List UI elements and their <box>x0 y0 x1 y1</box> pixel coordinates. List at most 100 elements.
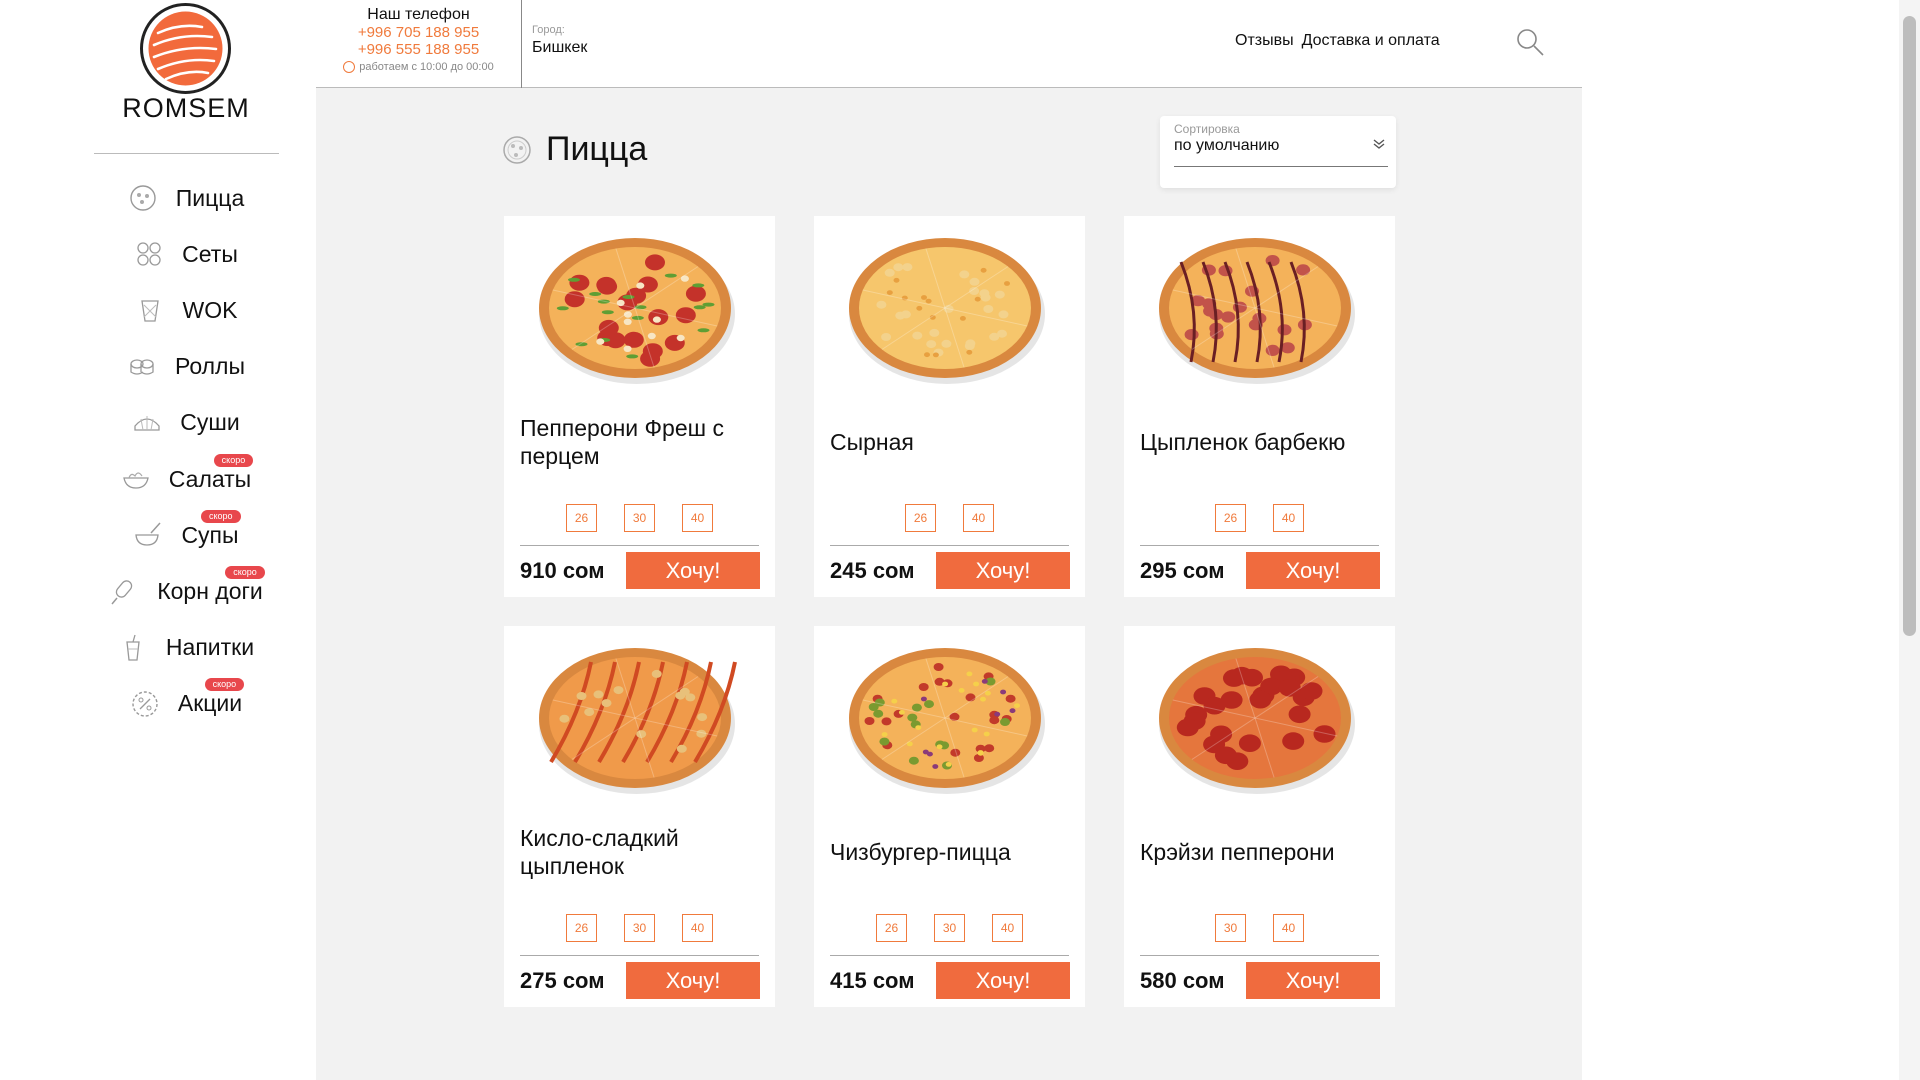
card-divider <box>520 955 759 956</box>
sidebar-item-label: Супы скоро <box>181 509 241 549</box>
sort-dropdown[interactable]: Сортировка по умолчанию <box>1160 116 1396 188</box>
product-card[interactable]: Крэйзи пепперони 30 40 580 сом Хочу! <box>1124 626 1395 1007</box>
pizza-icon <box>503 135 531 164</box>
pizza-image[interactable] <box>831 222 1063 392</box>
wok-icon <box>135 295 165 325</box>
pizza-image[interactable] <box>1141 222 1373 392</box>
chevron-down-icon <box>1373 139 1385 149</box>
sidebar-item-text: Корн доги <box>157 577 263 604</box>
sets-icon <box>134 239 164 269</box>
product-title[interactable]: Пепперони Фреш с перцем <box>520 412 759 472</box>
phone-number-2[interactable]: +996 555 188 955 <box>316 41 521 58</box>
phone-number-1[interactable]: +996 705 188 955 <box>316 24 521 41</box>
product-title[interactable]: Цыпленок барбекю <box>1140 412 1379 472</box>
product-title[interactable]: Сырная <box>830 412 1069 472</box>
pizza-icon <box>128 183 158 213</box>
size-option[interactable]: 30 <box>934 914 965 942</box>
sidebar-divider <box>94 153 279 154</box>
add-to-cart-button[interactable]: Хочу! <box>936 962 1070 999</box>
size-option[interactable]: 26 <box>905 504 936 532</box>
size-option[interactable]: 40 <box>682 504 713 532</box>
page-heading: Пицца <box>502 130 647 169</box>
product-price: 415 сом <box>830 968 915 993</box>
add-to-cart-button[interactable]: Хочу! <box>1246 962 1380 999</box>
size-option[interactable]: 40 <box>682 914 713 942</box>
product-title[interactable]: Чизбургер-пицца <box>830 822 1069 882</box>
phone-block: Наш телефон +996 705 188 955 +996 555 18… <box>316 0 522 88</box>
sort-underline <box>1174 166 1388 167</box>
add-to-cart-button[interactable]: Хочу! <box>936 552 1070 589</box>
size-options: 30 40 <box>1124 914 1395 942</box>
size-option[interactable]: 26 <box>566 504 597 532</box>
soon-badge: скоро <box>204 678 245 692</box>
soup-icon <box>133 520 163 550</box>
clock-icon <box>343 61 356 73</box>
sidebar: ROMSEM Пицца Сеты WOK Роллы Суши Салаты скоро С… <box>0 0 316 1080</box>
rolls-icon <box>127 352 157 382</box>
header: Наш телефон +996 705 188 955 +996 555 18… <box>316 0 1582 88</box>
product-title[interactable]: Кисло-сладкий цыпленок <box>520 822 759 882</box>
pizza-image[interactable] <box>831 632 1063 802</box>
search-icon[interactable] <box>1516 28 1544 56</box>
sidebar-item-text: Роллы <box>175 353 245 380</box>
product-card[interactable]: Чизбургер-пицца 26 30 40 415 сом Хочу! <box>814 626 1085 1007</box>
size-option[interactable]: 30 <box>624 914 655 942</box>
size-options: 26 30 40 <box>504 914 775 942</box>
size-option[interactable]: 30 <box>624 504 655 532</box>
working-hours: работаем с 10:00 до 00:00 <box>316 61 521 73</box>
sort-value: по умолчанию <box>1174 137 1280 154</box>
soon-badge: скоро <box>213 453 254 467</box>
pizza-image[interactable] <box>1141 632 1373 802</box>
sidebar-item-label: WOK <box>183 297 238 324</box>
scrollbar[interactable] <box>1899 0 1920 1080</box>
pizza-image[interactable] <box>521 222 753 392</box>
card-divider <box>1140 545 1379 546</box>
sidebar-item-text: WOK <box>182 296 238 323</box>
size-options: 26 30 40 <box>814 914 1085 942</box>
size-option[interactable]: 26 <box>876 914 907 942</box>
product-price: 275 сом <box>520 968 605 993</box>
product-card[interactable]: Цыпленок барбекю 26 40 295 сом Хочу! <box>1124 216 1395 597</box>
city-value: Бишкек <box>532 39 588 56</box>
add-to-cart-button[interactable]: Хочу! <box>1246 552 1380 589</box>
size-option[interactable]: 40 <box>963 504 994 532</box>
pizza-image[interactable] <box>521 632 753 802</box>
sidebar-item-label: Корн доги скоро <box>157 565 265 605</box>
sidebar-item-text: Напитки <box>165 634 255 661</box>
sidebar-item-text: Пицца <box>175 184 245 211</box>
product-card[interactable]: Кисло-сладкий цыпленок 26 30 40 275 сом Хочу! <box>504 626 775 1007</box>
corndog-icon <box>109 576 139 606</box>
product-card[interactable]: Пепперони Фреш с перцем 26 30 40 910 сом Хочу… <box>504 216 775 597</box>
reviews-link[interactable]: Отзывы <box>1235 32 1294 50</box>
product-card[interactable]: Сырная 26 40 245 сом Хочу! <box>814 216 1085 597</box>
size-option[interactable]: 40 <box>992 914 1023 942</box>
logo-icon[interactable] <box>140 3 231 94</box>
working-hours-text: работаем с 10:00 до 00:00 <box>359 61 494 73</box>
delivery-link[interactable]: Доставка и оплата <box>1302 32 1440 50</box>
sidebar-item-label: Салаты скоро <box>169 453 254 493</box>
sidebar-item-label: Суши <box>180 409 239 436</box>
size-option[interactable]: 30 <box>1215 914 1246 942</box>
sidebar-item-text: Акции <box>177 690 243 717</box>
discount-icon <box>130 689 160 719</box>
product-price: 580 сом <box>1140 968 1225 993</box>
product-price: 245 сом <box>830 558 915 583</box>
top-links: Отзывы Доставка и оплата <box>1235 32 1440 50</box>
sushi-icon <box>132 408 162 438</box>
soon-badge: скоро <box>225 565 265 579</box>
add-to-cart-button[interactable]: Хочу! <box>626 962 760 999</box>
sidebar-item-label: Сеты <box>182 241 238 268</box>
product-price: 295 сом <box>1140 558 1225 583</box>
add-to-cart-button[interactable]: Хочу! <box>626 552 760 589</box>
size-option[interactable]: 26 <box>1215 504 1246 532</box>
product-title[interactable]: Крэйзи пепперони <box>1140 822 1379 882</box>
size-options: 26 30 40 <box>504 504 775 532</box>
size-option[interactable]: 26 <box>566 914 597 942</box>
size-option[interactable]: 40 <box>1273 914 1304 942</box>
city-selector[interactable]: Город: Бишкек <box>532 24 587 57</box>
scrollbar-thumb[interactable] <box>1903 16 1916 636</box>
sort-label: Сортировка <box>1174 122 1240 136</box>
sidebar-item-label: Роллы <box>175 353 245 380</box>
size-option[interactable]: 40 <box>1273 504 1304 532</box>
soon-badge: скоро <box>200 509 241 523</box>
